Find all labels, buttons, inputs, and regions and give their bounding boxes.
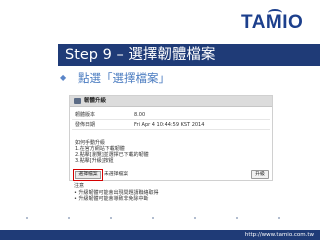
upgrade-button[interactable]: 升級 [251,170,269,179]
decorative-dot [110,217,112,219]
decorative-dot [278,217,280,219]
choose-file-highlight [73,169,103,181]
release-date-value: Fri Apr 4 10:44:59 KST 2014 [134,122,205,128]
footer-bar: http://www.tamio.com.tw [0,230,320,240]
firmware-icon [74,98,81,104]
release-date-row: 發佈日期 Fri Apr 4 10:44:59 KST 2014 [72,121,270,130]
no-file-chosen-text: 未選擇檔案 [104,172,128,177]
notes-heading: 注意 [74,183,85,189]
release-date-label: 發佈日期 [75,122,96,128]
firmware-version-label: 韌體版本 [75,112,96,118]
decorative-dot [152,217,154,219]
decorative-dot [236,217,238,219]
logo-swoosh-icon [268,9,282,17]
firmware-upgrade-panel: 韌體升級 韌體版本 8.00 發佈日期 Fri Apr 4 10:44:59 K… [69,95,273,181]
bullet-icon: ◆ [60,73,67,82]
instruction-step-3: 3.點擊[升級]按鈕 [75,158,114,164]
firmware-version-value: 8.00 [134,112,146,118]
footer-url: http://www.tamio.com.tw [244,232,314,238]
firmware-version-row: 韌體版本 8.00 [72,111,270,120]
decorative-dot [26,217,28,219]
note-item-2: • 升級韌體可能會導致非免除中斷 [74,196,149,202]
bullet-text: 點選「選擇檔案」 [78,71,170,85]
slide-title-bar: Step 9 – 選擇韌體檔案 [58,44,320,66]
slide-title: Step 9 – 選擇韌體檔案 [65,47,216,63]
tamio-logo: TAMIO [241,9,307,34]
decorative-dot [194,217,196,219]
decorative-dot [68,217,70,219]
panel-header: 韌體升級 [70,96,272,107]
panel-title: 韌體升級 [84,98,107,104]
